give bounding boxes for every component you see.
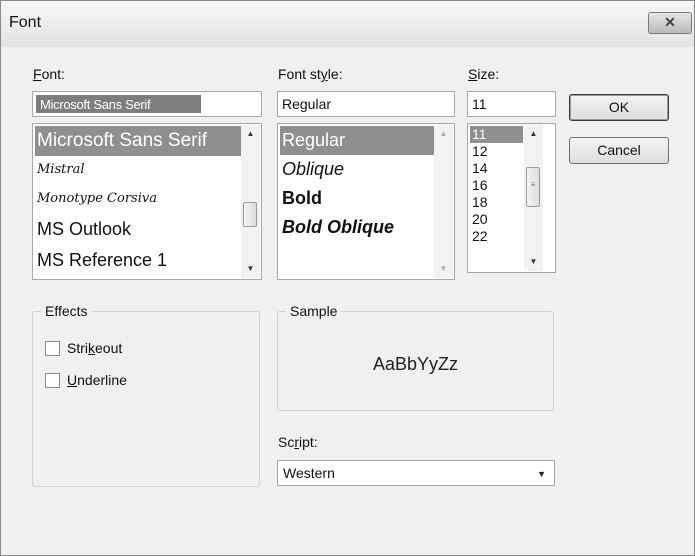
script-label: Script: [278, 434, 318, 450]
size-item[interactable]: 14 [470, 160, 523, 177]
scroll-thumb[interactable]: ≡ [526, 167, 540, 207]
size-label: Size: [468, 66, 500, 82]
font-style-field[interactable] [277, 91, 455, 117]
cancel-button[interactable]: Cancel [569, 137, 669, 164]
close-icon: ✕ [664, 14, 676, 30]
underline-checkbox[interactable] [45, 373, 60, 388]
size-item[interactable]: 11 [470, 126, 523, 143]
size-item[interactable]: 22 [470, 228, 523, 245]
sample-preview-text: AaBbYyZz [372, 354, 459, 374]
script-dropdown[interactable]: Western ▼ [277, 460, 555, 486]
font-style-item[interactable]: Regular [280, 126, 434, 155]
font-style-list[interactable]: Regular Oblique Bold Bold Oblique ▲ ▼ [277, 123, 455, 280]
font-list-item[interactable]: Monotype Corsiva [35, 184, 241, 214]
scroll-down-arrow-icon[interactable]: ▼ [524, 253, 543, 271]
size-item[interactable]: 18 [470, 194, 523, 211]
size-list-scrollbar[interactable]: ▲ ≡ ▼ [524, 125, 543, 271]
grip-icon: ≡ [530, 180, 536, 189]
close-button[interactable]: ✕ [648, 12, 692, 34]
scroll-up-arrow-icon[interactable]: ▲ [434, 125, 453, 143]
font-list-scrollbar[interactable]: ▲ ▼ [241, 125, 260, 278]
size-item[interactable]: 12 [470, 143, 523, 160]
ok-button[interactable]: OK [569, 94, 669, 121]
font-name-input[interactable] [36, 95, 201, 113]
strikeout-label[interactable]: Strikeout [67, 340, 122, 356]
chevron-down-icon: ▼ [537, 469, 546, 479]
font-list-item[interactable]: Microsoft Sans Serif [35, 126, 241, 156]
scroll-up-arrow-icon[interactable]: ▲ [241, 125, 260, 143]
effects-group-title: Effects [41, 303, 92, 319]
font-list-item[interactable]: MS Outlook [35, 214, 241, 245]
font-style-scrollbar[interactable]: ▲ ▼ [434, 125, 453, 278]
effects-group: Effects Strikeout Underline [32, 303, 260, 487]
font-style-item[interactable]: Oblique [280, 155, 434, 184]
scroll-down-arrow-icon[interactable]: ▼ [434, 260, 453, 278]
size-input[interactable] [468, 92, 555, 116]
font-name-field[interactable] [32, 91, 262, 117]
scroll-down-arrow-icon[interactable]: ▼ [241, 260, 260, 278]
font-style-input[interactable] [278, 92, 454, 116]
font-list-item[interactable]: Mistral [35, 156, 241, 184]
underline-label[interactable]: Underline [67, 372, 127, 388]
scroll-thumb[interactable] [243, 202, 257, 227]
script-value: Western [283, 465, 335, 481]
font-style-label: Font style: [278, 66, 343, 82]
size-item[interactable]: 16 [470, 177, 523, 194]
sample-group: Sample AaBbYyZz [277, 303, 554, 411]
scroll-up-arrow-icon[interactable]: ▲ [524, 125, 543, 143]
font-style-item[interactable]: Bold Oblique [280, 213, 434, 242]
size-item[interactable]: 20 [470, 211, 523, 228]
font-label: Font: [33, 66, 65, 82]
title-bar[interactable]: Font ✕ [1, 1, 694, 47]
font-list[interactable]: Microsoft Sans Serif Mistral Monotype Co… [32, 123, 262, 280]
font-dialog: Font ✕ Font: Microsoft Sans Serif Mistra… [0, 0, 695, 556]
strikeout-checkbox[interactable] [45, 341, 60, 356]
sample-group-title: Sample [286, 303, 342, 319]
dialog-title: Font [9, 14, 42, 31]
size-list[interactable]: 11 12 14 16 18 20 22 ▲ ≡ ▼ [467, 123, 556, 273]
size-field[interactable] [467, 91, 556, 117]
font-list-item[interactable]: MS Reference 1 [35, 245, 241, 276]
font-style-item[interactable]: Bold [280, 184, 434, 213]
